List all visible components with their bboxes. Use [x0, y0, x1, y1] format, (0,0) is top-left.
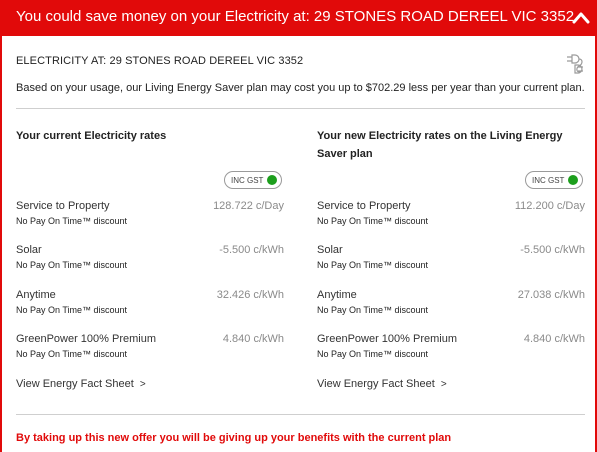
divider-bottom: [16, 414, 585, 415]
rate-name: Solar: [317, 244, 343, 256]
rate-value: 32.426 c/kWh: [216, 289, 284, 301]
rate-value: 4.840 c/kWh: [523, 333, 585, 345]
rate-row: Anytime 27.038 c/kWh No Pay On Time™ dis…: [317, 289, 585, 323]
rate-row: Solar -5.500 c/kWh No Pay On Time™ disco…: [16, 244, 284, 278]
rate-value: 112.200 c/Day: [514, 200, 585, 212]
current-rates-title: Your current Electricity rates: [16, 130, 167, 142]
chevron-right-icon: >: [139, 379, 146, 390]
offer-banner: You could save money on your Electricity…: [0, 0, 597, 36]
fact-sheet-link-label: View Energy Fact Sheet: [16, 378, 134, 390]
rate-value: -5.500 c/kWh: [219, 244, 284, 256]
rate-name: GreenPower 100% Premium: [16, 333, 157, 345]
benefits-warning: By taking up this new offer you will be …: [16, 432, 452, 444]
rate-discount-note: No Pay On Time™ discount: [317, 260, 429, 270]
rate-discount-note: No Pay On Time™ discount: [16, 305, 128, 315]
toggle-on-indicator: [568, 175, 578, 185]
rate-name: Service to Property: [317, 200, 411, 212]
rate-discount-note: No Pay On Time™ discount: [16, 216, 128, 226]
rate-name: Anytime: [16, 289, 56, 301]
rate-value: 128.722 c/Day: [213, 200, 284, 212]
rate-value: 27.038 c/kWh: [517, 289, 585, 301]
supply-address-heading: ELECTRICITY AT: 29 STONES ROAD DEREEL VI…: [16, 55, 304, 67]
chevron-up-icon[interactable]: [571, 9, 591, 27]
rate-row: Service to Property 112.200 c/Day No Pay…: [317, 200, 585, 234]
fact-sheet-link-label: View Energy Fact Sheet: [317, 378, 435, 390]
chevron-right-icon: >: [440, 379, 447, 390]
new-fact-sheet-link[interactable]: View Energy Fact Sheet >: [317, 378, 447, 390]
rate-name: GreenPower 100% Premium: [317, 333, 458, 345]
savings-summary: Based on your usage, our Living Energy S…: [16, 82, 585, 94]
rate-discount-note: No Pay On Time™ discount: [16, 349, 128, 359]
new-rates-title: Your new Electricity rates on the Living…: [317, 130, 563, 160]
toggle-on-indicator: [267, 175, 277, 185]
divider-top: [16, 108, 585, 109]
banner-title: You could save money on your Electricity…: [16, 8, 575, 25]
new-gst-toggle[interactable]: INC GST: [525, 171, 583, 189]
rate-row: Anytime 32.426 c/kWh No Pay On Time™ dis…: [16, 289, 284, 323]
gst-toggle-label: INC GST: [532, 176, 565, 185]
rate-row: GreenPower 100% Premium 4.840 c/kWh No P…: [317, 333, 585, 367]
rate-row: Service to Property 128.722 c/Day No Pay…: [16, 200, 284, 234]
rate-value: 4.840 c/kWh: [222, 333, 284, 345]
new-rates-column: Your new Electricity rates on the Living…: [317, 120, 585, 400]
gst-toggle-label: INC GST: [231, 176, 264, 185]
rate-row: GreenPower 100% Premium 4.840 c/kWh No P…: [16, 333, 284, 367]
rate-value: -5.500 c/kWh: [520, 244, 585, 256]
current-gst-toggle[interactable]: INC GST: [224, 171, 282, 189]
rate-discount-note: No Pay On Time™ discount: [317, 349, 429, 359]
current-fact-sheet-link[interactable]: View Energy Fact Sheet >: [16, 378, 146, 390]
rate-discount-note: No Pay On Time™ discount: [317, 216, 429, 226]
rate-discount-note: No Pay On Time™ discount: [317, 305, 429, 315]
rate-row: Solar -5.500 c/kWh No Pay On Time™ disco…: [317, 244, 585, 278]
rate-discount-note: No Pay On Time™ discount: [16, 260, 128, 270]
rate-name: Solar: [16, 244, 42, 256]
current-rates-column: Your current Electricity rates INC GST S…: [16, 120, 284, 400]
rate-name: Anytime: [317, 289, 357, 301]
rate-name: Service to Property: [16, 200, 110, 212]
electric-plug-icon: [567, 54, 583, 74]
